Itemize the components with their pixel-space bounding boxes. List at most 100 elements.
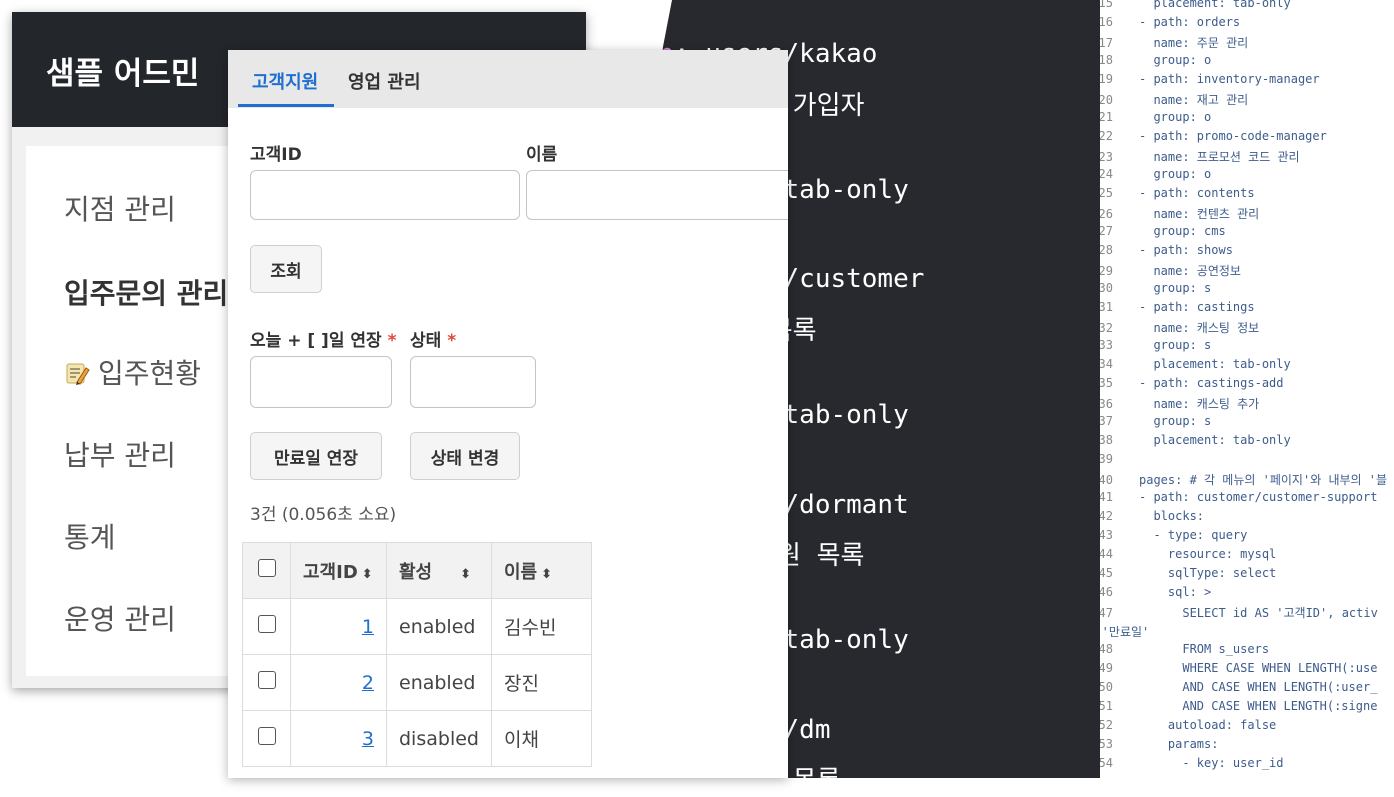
row-checkbox[interactable]	[257, 671, 276, 689]
code-text: group: s	[1139, 281, 1212, 295]
customer-support-panel: 고객지원 영업 관리 고객ID 이름 조회 오늘 + [ ]일 연장 * 상태 …	[228, 50, 788, 778]
select-all-checkbox[interactable]	[257, 559, 276, 577]
extend-days-label-text: 오늘 + [ ]일 연장	[250, 331, 382, 351]
id-cell: 1	[290, 598, 387, 655]
code-text: - path: shows	[1139, 243, 1233, 257]
sidebar-item-occupancy[interactable]: 입주현황	[64, 352, 201, 392]
tab-sales[interactable]: 영업 관리	[348, 68, 421, 94]
row-checkbox[interactable]	[257, 727, 276, 745]
customer-id-label: 고객ID	[250, 145, 302, 165]
yaml-value: tab-only	[783, 175, 909, 205]
active-cell: disabled	[386, 710, 492, 767]
code-text: name: 컨텐츠 관리	[1139, 207, 1260, 221]
sidebar-item-branch[interactable]: 지점 관리	[64, 188, 176, 228]
code-line: 29 name: 공연정보	[1080, 262, 1394, 281]
id-cell: 2	[290, 654, 387, 711]
code-line: 40 pages: # 각 메뉴의 '페이지'와 내부의 '블	[1080, 471, 1394, 490]
sidebar-item-label: 통계	[64, 521, 116, 554]
code-line: 37 group: s	[1080, 414, 1394, 433]
code-text: pages: # 각 메뉴의 '페이지'와 내부의 '블	[1139, 473, 1388, 487]
code-line: 16- path: orders	[1080, 15, 1394, 34]
customer-id-input[interactable]	[250, 170, 520, 220]
code-editor-pane[interactable]: 15 placement: tab-only 16- path: orders 17…	[1080, 0, 1394, 778]
sort-icon[interactable]: ⬍	[362, 567, 373, 582]
change-status-button[interactable]: 상태 변경	[410, 432, 520, 480]
table-row[interactable]: 2 enabled 장진	[242, 654, 592, 711]
sidebar-item-operations[interactable]: 운영 관리	[64, 598, 176, 638]
code-text: - path: contents	[1139, 186, 1255, 200]
name-label: 이름	[526, 145, 558, 165]
table-row[interactable]: 1 enabled 김수빈	[242, 598, 592, 655]
code-line: 24 group: o	[1080, 167, 1394, 186]
code-line: 46 sql: >	[1080, 585, 1394, 604]
code-text: group: o	[1139, 53, 1212, 67]
code-text: - path: promo-code-manager	[1139, 129, 1327, 143]
extend-expiry-button[interactable]: 만료일 연장	[250, 432, 382, 480]
sidebar-item-label: 지점 관리	[64, 193, 176, 226]
code-text: group: o	[1139, 167, 1212, 181]
code-line: 34 placement: tab-only	[1080, 357, 1394, 376]
code-text: SELECT id AS '고객ID', activ	[1139, 606, 1378, 620]
row-checkbox[interactable]	[257, 615, 276, 633]
code-line: 53 params:	[1080, 737, 1394, 756]
sort-icon[interactable]: ⬍	[460, 567, 471, 582]
row-select-cell[interactable]	[242, 710, 291, 767]
name-input[interactable]	[526, 170, 788, 220]
column-header-active[interactable]: 활성 ⬍	[386, 542, 492, 599]
code-line: 26 name: 컨텐츠 관리	[1080, 205, 1394, 224]
active-cell: enabled	[386, 598, 492, 655]
code-line: 47 SELECT id AS '고객ID', activ	[1080, 604, 1394, 623]
sidebar-item-label: 입주문의 관리	[64, 277, 229, 310]
table-row[interactable]: 3 disabled 이채	[242, 710, 592, 767]
column-header-label: 활성	[399, 561, 433, 583]
sidebar-item-inquiry[interactable]: 입주문의 관리	[64, 272, 228, 312]
row-select-cell[interactable]	[242, 598, 291, 655]
column-header-label: 이름	[503, 561, 538, 583]
row-select-cell[interactable]	[242, 654, 291, 711]
code-line: 21 group: o	[1080, 110, 1394, 129]
sidebar-item-payment[interactable]: 납부 관리	[64, 434, 176, 474]
code-text: FROM s_users	[1139, 642, 1270, 656]
customer-id-link[interactable]: 3	[362, 728, 374, 750]
name-cell: 장진	[490, 654, 592, 711]
search-button[interactable]: 조회	[250, 245, 322, 293]
code-line: 52 autoload: false	[1080, 718, 1394, 737]
tab-customer-support[interactable]: 고객지원	[252, 68, 318, 94]
code-line: 49 WHERE CASE WHEN LENGTH(:use	[1080, 661, 1394, 680]
customer-id-link[interactable]: 2	[362, 672, 374, 694]
customer-id-link[interactable]: 1	[362, 616, 374, 638]
required-mark: *	[387, 331, 397, 351]
code-text: - path: castings	[1139, 300, 1255, 314]
app-title: 샘플 어드민	[46, 56, 200, 92]
code-line: 41- path: customer/customer-support	[1080, 490, 1394, 509]
code-text: name: 캐스팅 추가	[1139, 397, 1260, 411]
memo-icon	[64, 360, 90, 386]
code-text: - path: inventory-manager	[1139, 72, 1320, 86]
yaml-value: tab-only	[783, 400, 909, 430]
table-header-row: 고객ID ⬍ 활성 ⬍ 이름 ⬍	[242, 542, 592, 599]
select-all-cell[interactable]	[242, 542, 291, 599]
code-text: - path: customer/customer-support	[1139, 490, 1378, 504]
code-line: 54 - key: user_id	[1080, 756, 1394, 775]
code-line: 27 group: cms	[1080, 224, 1394, 243]
code-line: 22- path: promo-code-manager	[1080, 129, 1394, 148]
extend-days-input[interactable]	[250, 356, 392, 408]
status-label: 상태 *	[410, 326, 456, 351]
code-text: AND CASE WHEN LENGTH(:user_	[1139, 680, 1378, 694]
code-text: - path: castings-add	[1139, 376, 1284, 390]
column-header-name[interactable]: 이름 ⬍	[490, 542, 592, 599]
sort-icon[interactable]: ⬍	[541, 567, 552, 582]
code-line: 48 FROM s_users	[1080, 642, 1394, 661]
code-line: 45 sqlType: select	[1080, 566, 1394, 585]
tab-bar: 고객지원 영업 관리	[228, 50, 788, 108]
status-input[interactable]	[410, 356, 536, 408]
code-line: 39	[1080, 452, 1394, 471]
code-line: 35- path: castings-add	[1080, 376, 1394, 395]
code-line: 44 resource: mysql	[1080, 547, 1394, 566]
code-text: placement: tab-only	[1139, 433, 1291, 447]
sidebar-item-label: 납부 관리	[64, 439, 176, 472]
sidebar-item-stats[interactable]: 통계	[64, 516, 116, 556]
code-line: 30 group: s	[1080, 281, 1394, 300]
code-line: AS '만료일'	[1080, 623, 1394, 642]
column-header-id[interactable]: 고객ID ⬍	[290, 542, 387, 599]
